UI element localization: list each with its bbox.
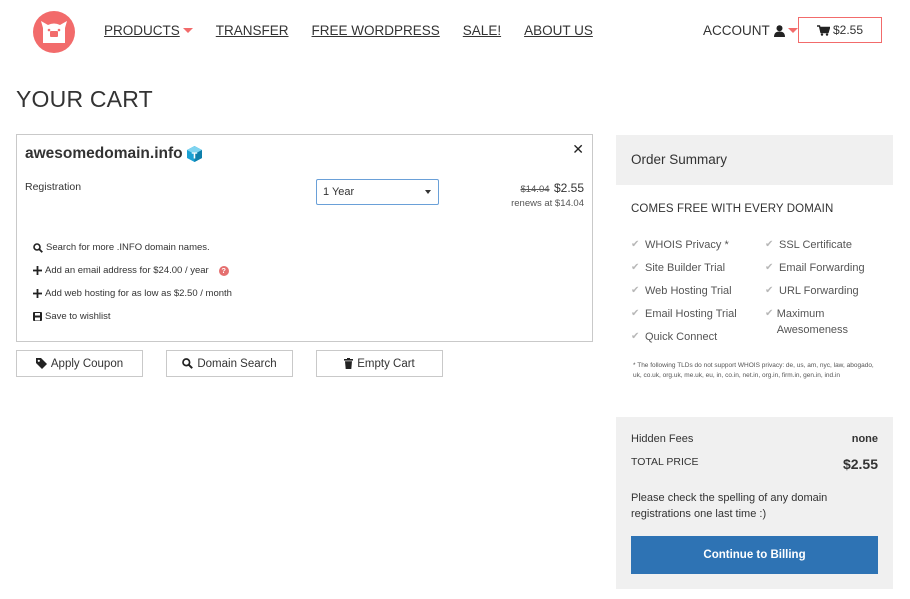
plus-icon [33,266,42,275]
caret-down-icon [787,28,798,33]
check-icon: ✔ [765,308,774,319]
feature-item: ✔ Email Hosting Trial [631,308,737,320]
plus-icon [33,289,42,298]
registration-label: Registration [25,181,82,193]
search-icon [33,242,43,253]
user-icon [773,24,785,37]
check-icon: ✔ [765,239,774,250]
cart-icon [816,24,830,36]
feature-item: ✔ Email Forwarding [765,262,865,274]
continue-to-billing-button[interactable]: Continue to Billing [631,536,878,574]
main-nav: PRODUCTS TRANSFER FREE WORDPRESS SALE! A… [104,23,616,38]
hidden-fees-label: Hidden Fees [631,433,694,445]
domain-name: awesomedomain.info T [25,145,203,163]
check-icon: ✔ [631,239,640,250]
add-email-link[interactable]: Add an email address for $24.00 / year ? [33,259,232,282]
check-icon: ✔ [631,331,640,342]
feature-item: ✔ Quick Connect [631,331,718,343]
caret-down-icon [425,190,431,194]
totals-panel: Hidden Fees none TOTAL PRICE $2.55 Pleas… [616,417,893,589]
price-new: $2.55 [553,181,584,195]
cat-logo-icon [41,21,67,43]
help-icon[interactable]: ? [218,265,229,276]
check-icon: ✔ [631,262,640,273]
empty-cart-button[interactable]: Empty Cart [316,350,443,377]
trash-icon [344,358,354,369]
search-more-link[interactable]: Search for more .INFO domain names. [33,236,232,259]
cart-total: $2.55 [832,23,864,37]
nav-transfer[interactable]: TRANSFER [216,23,289,38]
feature-item: ✔ Web Hosting Trial [631,285,732,297]
logo[interactable] [33,11,75,53]
feature-item: ✔ Site Builder Trial [631,262,726,274]
feature-item: ✔ Maximum Awesomeness [765,308,849,336]
total-price-label: TOTAL PRICE [631,456,699,468]
price-old: $14.04 [520,184,550,195]
order-summary-title: Order Summary [631,152,728,167]
feature-item: ✔ WHOIS Privacy * [631,239,729,251]
hidden-fees-value: none [851,433,878,445]
info-tld-icon: T [186,146,202,162]
page-title: YOUR CART [16,86,153,112]
item-options: Search for more .INFO domain names. Add … [33,236,232,328]
check-icon: ✔ [765,262,774,273]
nav-about-us[interactable]: ABOUT US [524,23,593,38]
svg-text:T: T [191,152,197,161]
add-hosting-link[interactable]: Add web hosting for as low as $2.50 / mo… [33,282,232,305]
remove-item-button[interactable]: ✕ [572,141,584,158]
term-select[interactable]: 1 Year [316,179,439,205]
nav-sale[interactable]: SALE! [463,23,501,38]
tag-icon [35,358,47,369]
free-features-title: COMES FREE WITH EVERY DOMAIN [631,203,834,215]
check-icon: ✔ [631,285,640,296]
nav-products[interactable]: PRODUCTS [104,23,193,38]
caret-down-icon [182,28,193,33]
cart-button[interactable]: $2.55 [798,17,882,43]
total-price-value: $2.55 [842,456,878,472]
cart-item: awesomedomain.info T ✕ Registration 1 Ye… [16,134,593,342]
renews-price: renews at $14.04 [511,198,584,209]
order-summary-header: Order Summary [616,135,893,185]
whois-footnote: * The following TLDs do not support WHOI… [633,362,874,379]
account-label: ACCOUNT [703,23,770,38]
account-menu[interactable]: ACCOUNT [703,23,798,38]
nav-free-wordpress[interactable]: FREE WORDPRESS [312,23,440,38]
save-wishlist-link[interactable]: Save to wishlist [33,305,232,328]
apply-coupon-button[interactable]: Apply Coupon [16,350,143,377]
spelling-note: Please check the spelling of any domain … [631,492,828,520]
check-icon: ✔ [765,285,774,296]
save-icon [33,312,42,321]
price-block: $14.04 $2.55 renews at $14.04 [511,179,584,209]
search-icon [182,358,194,369]
feature-item: ✔ SSL Certificate [765,239,852,251]
check-icon: ✔ [631,308,640,319]
feature-item: ✔ URL Forwarding [765,285,859,297]
domain-search-button[interactable]: Domain Search [166,350,293,377]
